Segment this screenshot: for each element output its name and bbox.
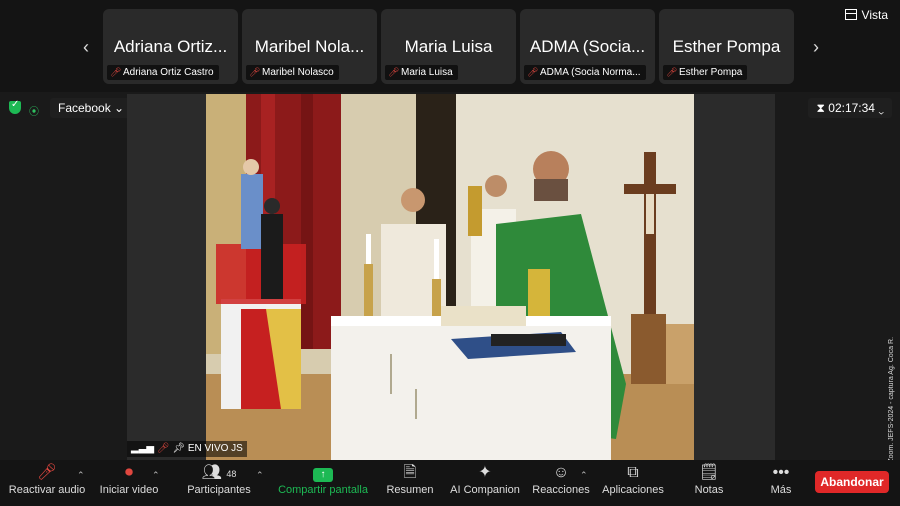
participant-tile[interactable]: Esther Pompa 🎤︎ Esther Pompa [659, 9, 794, 84]
mic-muted-icon: 🎤︎ [666, 67, 678, 77]
livestream-dropdown[interactable]: Facebook ⌄ [50, 98, 133, 118]
mic-muted-icon: 🎤︎ [388, 67, 400, 77]
chevron-down-icon: ⌄ [878, 101, 884, 115]
start-video-label: Iniciar video [99, 484, 159, 496]
more-icon: ••• [772, 464, 790, 481]
participant-name-tag: 🎤︎ Maribel Nolasco [246, 65, 339, 80]
participant-name-tag: 🎤︎ ADMA (Socia Norma... [524, 65, 646, 80]
mic-muted-icon: 🎤︎ [156, 443, 170, 454]
participant-display-name: ADMA (Socia... [529, 37, 646, 56]
unmute-audio-button[interactable]: 🎤︎ Reactivar audio [8, 462, 86, 504]
signal-bars-icon: ▂▃▅ [131, 443, 155, 454]
shield-icon[interactable] [9, 99, 21, 114]
share-screen-button[interactable]: ↑ Compartir pantalla [276, 462, 370, 504]
hourglass-icon: ⧗ [816, 101, 825, 115]
mic-off-icon: 🎤︎ [36, 464, 58, 481]
active-speaker-video[interactable] [206, 94, 694, 460]
participant-tile[interactable]: Maria Luisa 🎤︎ Maria Luisa [381, 9, 516, 84]
participant-name-tag: 🎤︎ Adriana Ortiz Castro [107, 65, 219, 80]
share-screen-icon: ↑ [276, 462, 370, 484]
participants-options-caret[interactable]: ⌃ [256, 470, 264, 481]
participants-count: 48 [226, 469, 237, 479]
apps-button[interactable]: ⧉ Aplicaciones [600, 462, 666, 504]
apps-label: Aplicaciones [602, 484, 664, 496]
participant-name: Adriana Ortiz Castro [123, 67, 214, 78]
start-video-button[interactable]: ⏺︎ Iniciar video [98, 462, 160, 504]
ai-companion-label: AI Companion [450, 484, 520, 496]
chevron-down-icon: ⌄ [114, 101, 125, 115]
video-off-icon: ⏺︎ [124, 464, 133, 481]
participants-label: Participantes [187, 484, 251, 496]
meeting-timer[interactable]: ⧗ 02:17:34 ⌄ [808, 98, 892, 118]
live-indicator: ▂▃▅ 🎤︎ 📌︎ EN VIVO JS [127, 441, 247, 457]
view-label: Vista [861, 8, 888, 22]
more-label: Más [770, 484, 792, 496]
participant-display-name: Maria Luisa [404, 37, 493, 56]
unmute-audio-label: Reactivar audio [8, 484, 86, 496]
share-screen-label: Compartir pantalla [278, 484, 368, 496]
pin-icon: 📌︎ [172, 443, 186, 454]
participant-name: Maribel Nolasco [262, 67, 334, 78]
mic-muted-icon: 🎤︎ [110, 67, 122, 77]
mic-muted-icon: 🎤︎ [527, 67, 539, 77]
participants-button[interactable]: 👥︎ 48 Participantes [185, 462, 253, 504]
video-options-caret[interactable]: ⌃ [152, 470, 160, 481]
reactions-options-caret[interactable]: ⌃ [580, 470, 588, 481]
leave-button[interactable]: Abandonar [815, 471, 889, 493]
apps-icon: ⧉ [627, 464, 639, 481]
participant-name-tag: 🎤︎ Maria Luisa [385, 65, 458, 80]
livestream-label: Facebook [58, 101, 111, 115]
participant-tile[interactable]: ADMA (Socia... 🎤︎ ADMA (Socia Norma... [520, 9, 655, 84]
participant-name: Esther Pompa [679, 67, 743, 78]
reactions-button[interactable]: ☺︎ Reacciones [530, 462, 592, 504]
video-content [206, 94, 694, 460]
summary-label: Resumen [386, 484, 434, 496]
notes-label: Notas [694, 484, 724, 496]
view-button[interactable]: Vista [844, 8, 888, 22]
chevron-right-icon[interactable]: › [806, 36, 826, 58]
summary-icon: 🗎︎ [403, 464, 417, 481]
live-label: EN VIVO JS [187, 443, 243, 454]
participant-display-name: Maribel Nola... [254, 37, 365, 56]
grid-view-icon [844, 9, 857, 20]
sparkle-icon: ✦ [478, 464, 492, 481]
participant-name: Maria Luisa [401, 67, 453, 78]
notes-icon: 🗒︎ [698, 464, 720, 481]
mic-muted-icon: 🎤︎ [249, 67, 261, 77]
participant-display-name: Adriana Ortiz... [113, 37, 228, 56]
signal-icon: ⦿ [29, 107, 39, 118]
reactions-label: Reacciones [532, 484, 590, 496]
timer-value: 02:17:34 [828, 101, 875, 115]
participant-display-name: Esther Pompa [672, 37, 781, 56]
participant-name-tag: 🎤︎ Esther Pompa [663, 65, 748, 80]
participant-tile[interactable]: Adriana Ortiz... 🎤︎ Adriana Ortiz Castro [103, 9, 238, 84]
participant-tile[interactable]: Maribel Nola... 🎤︎ Maribel Nolasco [242, 9, 377, 84]
more-button[interactable]: ••• Más [765, 462, 797, 504]
notes-button[interactable]: 🗒︎ Notas [690, 462, 728, 504]
summary-button[interactable]: 🗎︎ Resumen [384, 462, 436, 504]
audio-options-caret[interactable]: ⌃ [77, 470, 85, 481]
participants-icon: 👥︎ 48 [201, 464, 237, 481]
chevron-left-icon[interactable]: ‹ [76, 36, 96, 58]
ai-companion-button[interactable]: ✦ AI Companion [448, 462, 522, 504]
participant-name: ADMA (Socia Norma... [540, 67, 641, 78]
